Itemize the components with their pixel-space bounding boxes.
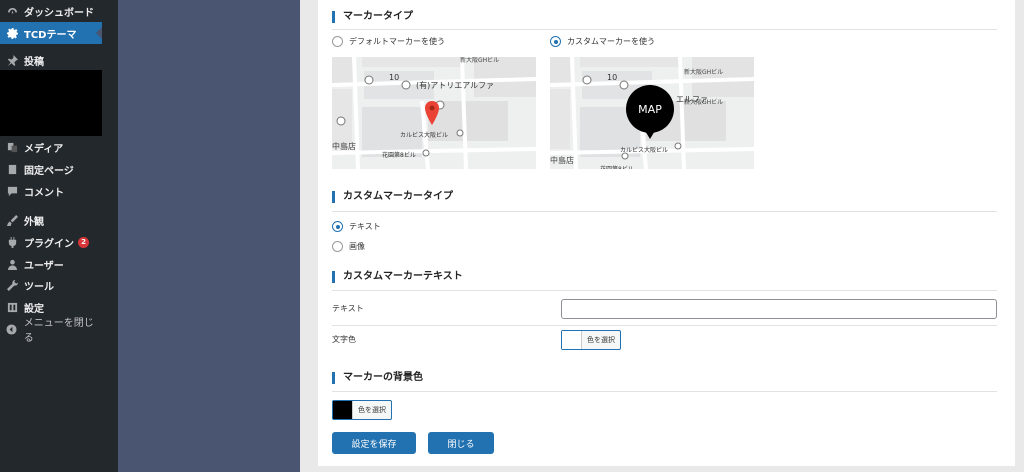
radio-label: デフォルトマーカーを使う	[349, 37, 445, 46]
pin-icon	[6, 54, 18, 66]
map-label-hanazono: 花園第8ビル	[382, 152, 416, 159]
map-label-atelier-short: エルファ	[676, 95, 708, 104]
color-picker-label: 色を選択	[358, 406, 386, 414]
custom-marker-text: MAP	[638, 102, 662, 116]
comment-icon	[6, 185, 18, 197]
sidebar-item-label: 投稿	[24, 56, 44, 68]
custom-marker-tail	[644, 129, 656, 139]
sidebar-item-label: ダッシュボード	[24, 7, 94, 19]
map-label-nakajima: 中島店	[550, 156, 574, 165]
color-swatch	[562, 331, 582, 349]
section-title-custom-marker-type: カスタムマーカータイプ	[332, 191, 453, 203]
map-label-hanazono: 花園第8ビル	[600, 164, 634, 169]
collapse-icon	[6, 323, 18, 335]
page-icon	[6, 163, 18, 175]
map-preview-default: 10 新大阪GHビル (有)アトリエアルファ カルビス大阪ビル 花園第8ビル 中…	[332, 57, 536, 169]
divider	[332, 325, 997, 326]
sidebar-item-label: 外観	[24, 216, 44, 228]
sidebar-item-label: ユーザー	[24, 260, 64, 272]
default-marker-pin-icon	[425, 101, 439, 125]
user-icon	[6, 258, 18, 270]
section-title-marker-type: マーカータイプ	[332, 11, 413, 23]
sidebar-item-plugins[interactable]: プラグイン 2	[0, 231, 102, 253]
close-button[interactable]: 閉じる	[428, 432, 494, 454]
marker-text-input[interactable]	[561, 299, 997, 319]
admin-sidebar: ダッシュボード TCDテーマ 投稿 メディア 固定ページ コメント 外観 プラグ…	[0, 0, 102, 472]
save-settings-button[interactable]: 設定を保存	[332, 432, 416, 454]
submenu-flyout	[0, 70, 102, 136]
sidebar-item-label: メディア	[24, 143, 64, 155]
radio-marker-image[interactable]: 画像	[332, 241, 365, 252]
sidebar-item-label: プラグイン	[24, 238, 74, 250]
sidebar-item-media[interactable]: メディア	[0, 136, 102, 158]
sidebar-item-users[interactable]: ユーザー	[0, 253, 102, 275]
sidebar-item-appearance[interactable]: 外観	[0, 209, 102, 231]
settings-icon	[6, 301, 18, 313]
custom-marker-bubble: MAP	[626, 85, 674, 133]
color-picker-label: 色を選択	[587, 336, 615, 344]
sidebar-item-dashboard[interactable]: ダッシュボード	[0, 0, 102, 22]
text-color-label: 文字色	[332, 335, 356, 344]
map-label-num10: 10	[607, 73, 618, 82]
map-preview-custom: 10 新大阪GHビル 新大阪GHビル エルファ カルビス大阪ビル 花園第8ビル …	[550, 57, 754, 169]
brush-icon	[6, 214, 18, 226]
sidebar-item-label: 設定	[24, 303, 44, 315]
section-title-marker-bg-color: マーカーの背景色	[332, 372, 423, 384]
divider	[332, 391, 997, 392]
radio-indicator	[332, 221, 343, 232]
sidebar-item-tcd-theme[interactable]: TCDテーマ	[0, 22, 102, 44]
radio-indicator	[332, 36, 343, 47]
plugin-update-badge: 2	[78, 236, 89, 248]
map-label-building-top: 新大阪GHビル	[684, 69, 724, 76]
sidebar-item-pages[interactable]: 固定ページ	[0, 158, 102, 180]
wrench-icon	[6, 279, 18, 291]
sidebar-item-posts[interactable]: 投稿	[0, 49, 102, 71]
sidebar-collapse-menu[interactable]: メニューを閉じる	[0, 318, 102, 344]
text-color-picker-button[interactable]: 色を選択	[561, 330, 621, 350]
radio-label: カスタムマーカーを使う	[567, 37, 655, 46]
radio-default-marker[interactable]: デフォルトマーカーを使う	[332, 36, 445, 47]
section-title-custom-marker-text: カスタムマーカーテキスト	[332, 271, 463, 283]
divider	[332, 29, 997, 30]
sidebar-item-comments[interactable]: コメント	[0, 180, 102, 202]
radio-custom-marker[interactable]: カスタムマーカーを使う	[550, 36, 655, 47]
map-label-building-top: 新大阪GHビル	[460, 57, 500, 64]
radio-label: 画像	[349, 242, 365, 251]
gear-icon	[6, 27, 18, 39]
bg-color-picker-button[interactable]: 色を選択	[332, 400, 392, 420]
marker-settings-modal: マーカータイプ デフォルトマーカーを使う カスタムマーカーを使う 10 新大阪G…	[318, 0, 1015, 466]
map-label-karubisu: カルビス大阪ビル	[620, 147, 669, 154]
overlay-backdrop	[118, 0, 300, 472]
map-label-nakajima: 中島店	[332, 142, 356, 151]
map-label-atelier: (有)アトリエアルファ	[416, 81, 495, 90]
sidebar-item-label: TCDテーマ	[24, 29, 77, 41]
sidebar-item-label: コメント	[24, 187, 64, 199]
sidebar-item-label: ツール	[24, 281, 54, 293]
sidebar-item-label: メニューを閉じる	[23, 318, 94, 344]
plugin-icon	[6, 236, 18, 248]
sidebar-item-label: 固定ページ	[24, 165, 74, 177]
content-gutter	[102, 0, 118, 472]
text-field-label: テキスト	[332, 304, 364, 313]
sidebar-item-tools[interactable]: ツール	[0, 274, 102, 296]
color-swatch	[333, 401, 353, 419]
divider	[332, 290, 997, 291]
radio-label: テキスト	[349, 222, 381, 231]
radio-indicator	[332, 241, 343, 252]
dashboard-icon	[6, 5, 18, 17]
radio-indicator	[550, 36, 561, 47]
radio-marker-text[interactable]: テキスト	[332, 221, 381, 232]
map-label-num10: 10	[389, 73, 400, 82]
media-icon	[6, 141, 18, 153]
divider	[332, 211, 997, 212]
map-label-karubisu: カルビス大阪ビル	[400, 132, 449, 139]
